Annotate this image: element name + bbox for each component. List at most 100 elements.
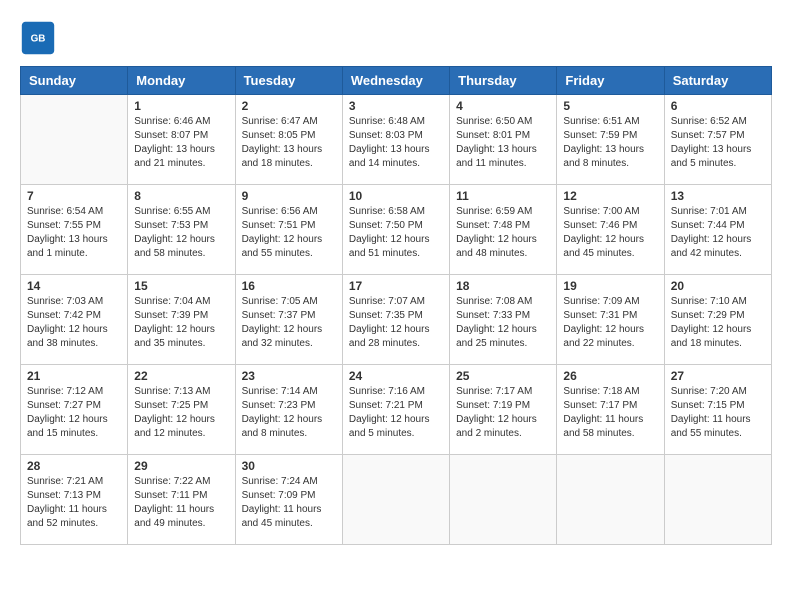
day-info: Sunrise: 6:51 AM Sunset: 7:59 PM Dayligh… <box>563 115 657 171</box>
day-info: Sunrise: 7:24 AM Sunset: 7:09 PM Dayligh… <box>242 475 336 531</box>
day-number: 10 <box>349 189 443 203</box>
day-info: Sunrise: 7:20 AM Sunset: 7:15 PM Dayligh… <box>671 385 765 441</box>
day-info: Sunrise: 6:55 AM Sunset: 7:53 PM Dayligh… <box>134 205 228 261</box>
day-info: Sunrise: 7:08 AM Sunset: 7:33 PM Dayligh… <box>456 295 550 351</box>
calendar-header-thursday: Thursday <box>450 67 557 95</box>
day-info: Sunrise: 7:12 AM Sunset: 7:27 PM Dayligh… <box>27 385 121 441</box>
calendar-cell: 15 Sunrise: 7:04 AM Sunset: 7:39 PM Dayli… <box>128 275 235 365</box>
calendar-cell: 4 Sunrise: 6:50 AM Sunset: 8:01 PM Daylig… <box>450 95 557 185</box>
calendar-cell: 16Sunrise: 7:05 AM Sunset: 7:37 PM Dayli… <box>235 275 342 365</box>
calendar-week-row: 21 Sunrise: 7:12 AM Sunset: 7:27 PM Dayli… <box>21 365 772 455</box>
day-number: 29 <box>134 459 228 473</box>
day-number: 19 <box>563 279 657 293</box>
day-number: 23 <box>242 369 336 383</box>
day-info: Sunrise: 6:52 AM Sunset: 7:57 PM Dayligh… <box>671 115 765 171</box>
day-number: 20 <box>671 279 765 293</box>
day-number: 21 <box>27 369 121 383</box>
calendar-cell <box>450 455 557 545</box>
calendar-cell: 11 Sunrise: 6:59 AM Sunset: 7:48 PM Dayli… <box>450 185 557 275</box>
calendar-cell: 17 Sunrise: 7:07 AM Sunset: 7:35 PM Dayli… <box>342 275 449 365</box>
calendar-cell <box>557 455 664 545</box>
day-info: Sunrise: 7:04 AM Sunset: 7:39 PM Dayligh… <box>134 295 228 351</box>
day-number: 14 <box>27 279 121 293</box>
day-info: Sunrise: 7:13 AM Sunset: 7:25 PM Dayligh… <box>134 385 228 441</box>
calendar-cell: 25 Sunrise: 7:17 AM Sunset: 7:19 PM Dayli… <box>450 365 557 455</box>
day-info: Sunrise: 7:10 AM Sunset: 7:29 PM Dayligh… <box>671 295 765 351</box>
calendar-cell: 23 Sunrise: 7:14 AM Sunset: 7:23 PM Dayli… <box>235 365 342 455</box>
calendar-header-friday: Friday <box>557 67 664 95</box>
calendar-cell: 9 Sunrise: 6:56 AM Sunset: 7:51 PM Daylig… <box>235 185 342 275</box>
day-number: 25 <box>456 369 550 383</box>
day-info: Sunrise: 6:58 AM Sunset: 7:50 PM Dayligh… <box>349 205 443 261</box>
calendar-cell: 18 Sunrise: 7:08 AM Sunset: 7:33 PM Dayli… <box>450 275 557 365</box>
day-number: 5 <box>563 99 657 113</box>
calendar-header-saturday: Saturday <box>664 67 771 95</box>
day-number: 22 <box>134 369 228 383</box>
logo: GB <box>20 20 60 56</box>
calendar-cell: 8 Sunrise: 6:55 AM Sunset: 7:53 PM Daylig… <box>128 185 235 275</box>
calendar-cell: 13 Sunrise: 7:01 AM Sunset: 7:44 PM Dayli… <box>664 185 771 275</box>
day-info: Sunrise: 6:47 AM Sunset: 8:05 PM Dayligh… <box>242 115 336 171</box>
day-number: 3 <box>349 99 443 113</box>
day-info: Sunrise: 7:22 AM Sunset: 7:11 PM Dayligh… <box>134 475 228 531</box>
calendar-cell <box>21 95 128 185</box>
svg-text:GB: GB <box>31 34 46 45</box>
calendar-cell: 22 Sunrise: 7:13 AM Sunset: 7:25 PM Dayli… <box>128 365 235 455</box>
day-number: 8 <box>134 189 228 203</box>
logo-icon: GB <box>20 20 56 56</box>
day-number: 15 <box>134 279 228 293</box>
calendar-cell: 21 Sunrise: 7:12 AM Sunset: 7:27 PM Dayli… <box>21 365 128 455</box>
calendar-cell: 2 Sunrise: 6:47 AM Sunset: 8:05 PM Daylig… <box>235 95 342 185</box>
day-info: Sunrise: 7:01 AM Sunset: 7:44 PM Dayligh… <box>671 205 765 261</box>
day-number: 27 <box>671 369 765 383</box>
calendar-header-sunday: Sunday <box>21 67 128 95</box>
day-info: Sunrise: 7:16 AM Sunset: 7:21 PM Dayligh… <box>349 385 443 441</box>
day-info: Sunrise: 7:03 AM Sunset: 7:42 PM Dayligh… <box>27 295 121 351</box>
calendar-week-row: 28 Sunrise: 7:21 AM Sunset: 7:13 PM Dayli… <box>21 455 772 545</box>
calendar: SundayMondayTuesdayWednesdayThursdayFrid… <box>20 66 772 545</box>
day-number: 4 <box>456 99 550 113</box>
day-number: 13 <box>671 189 765 203</box>
calendar-cell: 6Sunrise: 6:52 AM Sunset: 7:57 PM Daylig… <box>664 95 771 185</box>
day-number: 7 <box>27 189 121 203</box>
calendar-cell: 3 Sunrise: 6:48 AM Sunset: 8:03 PM Daylig… <box>342 95 449 185</box>
calendar-header-wednesday: Wednesday <box>342 67 449 95</box>
day-info: Sunrise: 7:18 AM Sunset: 7:17 PM Dayligh… <box>563 385 657 441</box>
calendar-header-monday: Monday <box>128 67 235 95</box>
day-info: Sunrise: 6:48 AM Sunset: 8:03 PM Dayligh… <box>349 115 443 171</box>
calendar-cell: 28 Sunrise: 7:21 AM Sunset: 7:13 PM Dayli… <box>21 455 128 545</box>
day-info: Sunrise: 7:21 AM Sunset: 7:13 PM Dayligh… <box>27 475 121 531</box>
day-number: 30 <box>242 459 336 473</box>
calendar-cell: 26Sunrise: 7:18 AM Sunset: 7:17 PM Dayli… <box>557 365 664 455</box>
calendar-cell: 29 Sunrise: 7:22 AM Sunset: 7:11 PM Dayli… <box>128 455 235 545</box>
calendar-cell <box>664 455 771 545</box>
calendar-cell: 24Sunrise: 7:16 AM Sunset: 7:21 PM Dayli… <box>342 365 449 455</box>
day-info: Sunrise: 7:14 AM Sunset: 7:23 PM Dayligh… <box>242 385 336 441</box>
calendar-cell: 1Sunrise: 6:46 AM Sunset: 8:07 PM Daylig… <box>128 95 235 185</box>
calendar-week-row: 7 Sunrise: 6:54 AM Sunset: 7:55 PM Daylig… <box>21 185 772 275</box>
calendar-cell: 10 Sunrise: 6:58 AM Sunset: 7:50 PM Dayli… <box>342 185 449 275</box>
day-number: 16 <box>242 279 336 293</box>
calendar-cell: 19 Sunrise: 7:09 AM Sunset: 7:31 PM Dayli… <box>557 275 664 365</box>
day-number: 18 <box>456 279 550 293</box>
calendar-header-tuesday: Tuesday <box>235 67 342 95</box>
day-info: Sunrise: 7:17 AM Sunset: 7:19 PM Dayligh… <box>456 385 550 441</box>
calendar-cell: 5 Sunrise: 6:51 AM Sunset: 7:59 PM Daylig… <box>557 95 664 185</box>
calendar-header-row: SundayMondayTuesdayWednesdayThursdayFrid… <box>21 67 772 95</box>
day-info: Sunrise: 6:56 AM Sunset: 7:51 PM Dayligh… <box>242 205 336 261</box>
day-number: 17 <box>349 279 443 293</box>
day-number: 1 <box>134 99 228 113</box>
day-info: Sunrise: 6:50 AM Sunset: 8:01 PM Dayligh… <box>456 115 550 171</box>
calendar-week-row: 14 Sunrise: 7:03 AM Sunset: 7:42 PM Dayli… <box>21 275 772 365</box>
day-number: 28 <box>27 459 121 473</box>
day-number: 9 <box>242 189 336 203</box>
day-info: Sunrise: 7:09 AM Sunset: 7:31 PM Dayligh… <box>563 295 657 351</box>
day-number: 11 <box>456 189 550 203</box>
day-info: Sunrise: 7:07 AM Sunset: 7:35 PM Dayligh… <box>349 295 443 351</box>
day-info: Sunrise: 6:54 AM Sunset: 7:55 PM Dayligh… <box>27 205 121 261</box>
calendar-cell <box>342 455 449 545</box>
day-number: 2 <box>242 99 336 113</box>
calendar-cell: 27 Sunrise: 7:20 AM Sunset: 7:15 PM Dayli… <box>664 365 771 455</box>
day-info: Sunrise: 6:59 AM Sunset: 7:48 PM Dayligh… <box>456 205 550 261</box>
calendar-cell: 20 Sunrise: 7:10 AM Sunset: 7:29 PM Dayli… <box>664 275 771 365</box>
